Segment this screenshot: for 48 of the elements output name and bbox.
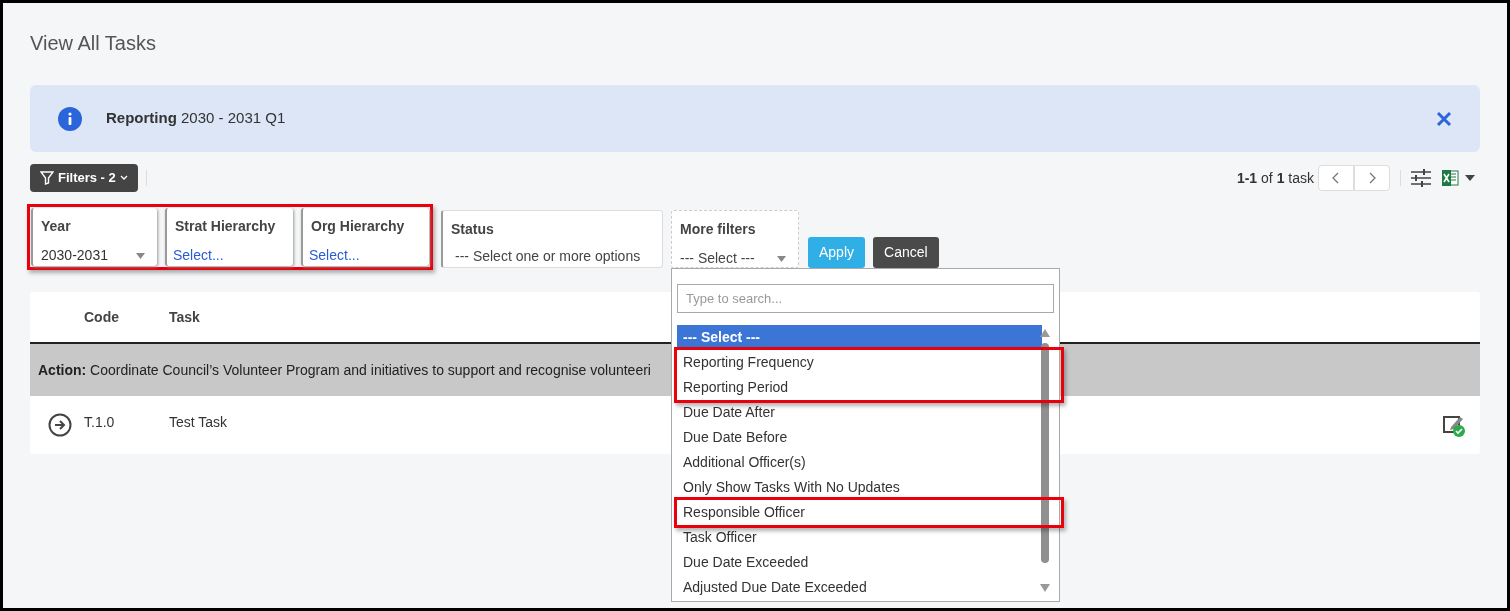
status-field[interactable]: Status --- Select one or more options [441, 210, 663, 268]
dropdown-option[interactable]: Due Date Exceeded [677, 550, 1042, 575]
more-filters-select[interactable]: --- Select --- [680, 248, 790, 269]
dropdown-option[interactable]: Due Date After [677, 400, 1042, 425]
code-cell-text: T.1.0 [84, 412, 116, 432]
close-icon[interactable] [1436, 110, 1452, 127]
dropdown-option[interactable]: Task Officer [677, 525, 1042, 550]
info-icon [58, 106, 82, 131]
scroll-down-icon[interactable] [1040, 584, 1050, 592]
dropdown-option[interactable]: Only Show Tasks With No Updates [677, 475, 1042, 500]
status-select[interactable]: --- Select one or more options [455, 246, 658, 267]
year-select[interactable]: 2030-2031 [41, 245, 149, 266]
filter-label: Strat Hierarchy [175, 217, 277, 236]
dropdown-option[interactable]: Responsible Officer [677, 500, 1061, 525]
cancel-button[interactable]: Cancel [873, 237, 939, 268]
scroll-thumb[interactable] [1041, 343, 1049, 563]
filter-label: Org Hierarchy [311, 217, 406, 236]
arrow-circle-icon[interactable] [48, 413, 72, 437]
hierarchy-picker[interactable]: Select... [173, 245, 285, 266]
dropdown-option[interactable]: Reporting Period [677, 375, 1061, 400]
scroll-up-icon[interactable] [1040, 329, 1050, 337]
dropdown-option[interactable]: Due Date Before [677, 425, 1042, 450]
task-cell-text: Test Task [169, 412, 228, 432]
page-title: View All Tasks [30, 33, 157, 53]
caret-icon [136, 252, 145, 259]
caret-down-icon[interactable] [1465, 175, 1475, 181]
sliders-icon[interactable] [1411, 169, 1431, 187]
banner-text: Reporting 2030 - 2031 Q1 [106, 108, 286, 129]
column-header: Code [84, 307, 120, 327]
filter-label: Status [451, 220, 495, 239]
hierarchy-picker[interactable]: Select... [309, 245, 421, 266]
filter-label: More filters [680, 220, 757, 239]
filter-label: Year [41, 217, 72, 236]
edit-check-icon[interactable] [1442, 413, 1466, 437]
column-header: Task [169, 307, 200, 327]
chevron-left-icon [1332, 172, 1340, 184]
chevron-right-icon [1368, 172, 1376, 184]
dropdown-option[interactable]: Reporting Frequency [677, 350, 1061, 375]
caret-icon [777, 255, 786, 262]
dropdown-option[interactable]: Additional Officer(s) [677, 450, 1042, 475]
filters-button[interactable]: Filters - 2 [30, 164, 138, 192]
group-row-text: Action: Coordinate Council’s Volunteer Program and initiatives to support and recognise volunteeri [38, 360, 651, 380]
pagination-text: 1-1 of 1 task [1236, 168, 1314, 188]
search-field[interactable]: Type to search... [677, 284, 1054, 313]
spreadsheet-icon[interactable] [1441, 169, 1459, 187]
dropdown-option[interactable]: Adjusted Due Date Exceeded [677, 575, 1042, 600]
filter-icon [40, 171, 54, 185]
chevron-down-icon [119, 175, 128, 181]
